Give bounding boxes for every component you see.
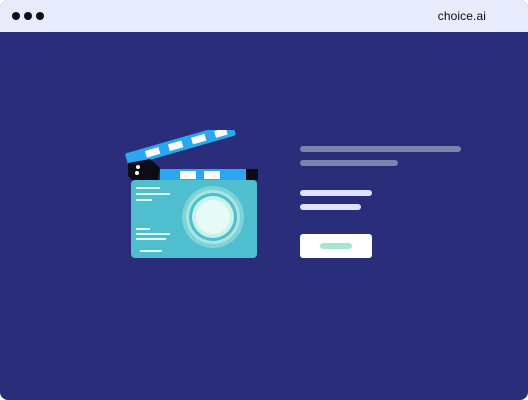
window-control-dot-3[interactable] <box>36 12 44 20</box>
main-content <box>0 32 528 400</box>
window-control-dot-1[interactable] <box>12 12 20 20</box>
clapperboard-camera-icon <box>125 130 258 258</box>
body-line-2 <box>300 204 361 210</box>
heading-line-2 <box>300 160 398 166</box>
app-window: choice.ai <box>0 0 528 400</box>
title-bar: choice.ai <box>0 0 528 32</box>
lens-inner <box>196 200 230 234</box>
brand-name: choice.ai <box>437 9 486 23</box>
cta-button[interactable] <box>300 234 372 258</box>
clapper-hinge <box>128 159 160 182</box>
heading-line-1 <box>300 146 461 152</box>
body-line-1 <box>300 190 372 196</box>
window-control-dot-2[interactable] <box>24 12 32 20</box>
cta-label-placeholder <box>320 243 352 249</box>
